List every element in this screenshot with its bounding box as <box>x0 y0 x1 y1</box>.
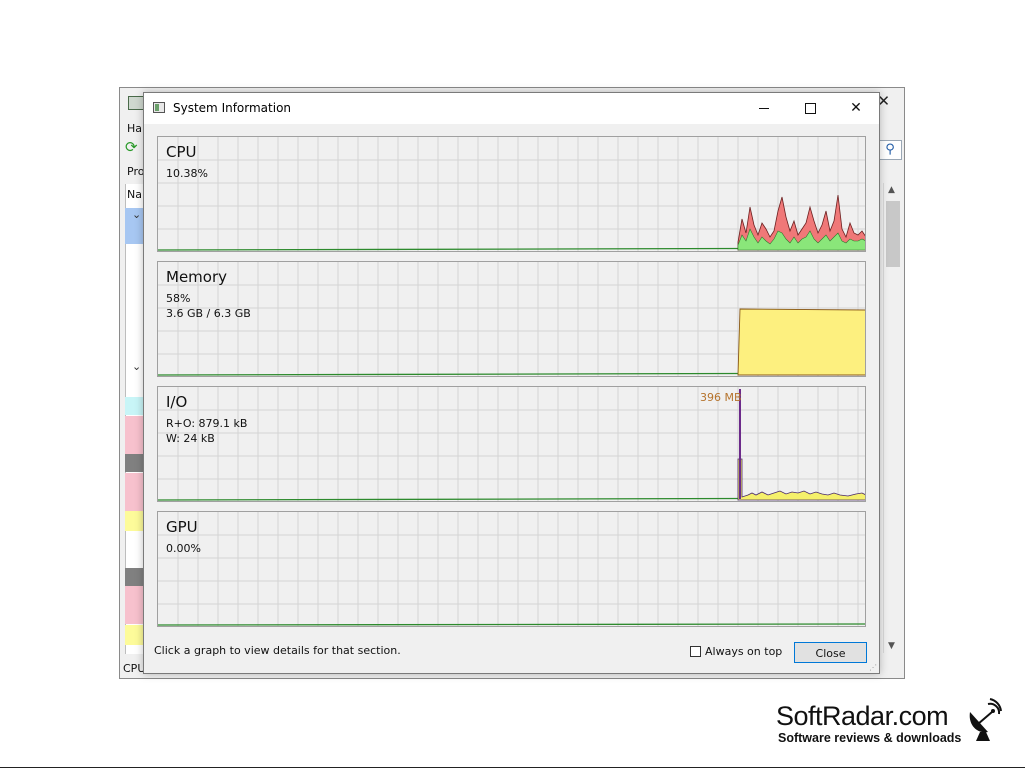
io-read-other: R+O: 879.1 kB <box>166 417 248 430</box>
app-icon <box>128 96 144 110</box>
memory-usage: 3.6 GB / 6.3 GB <box>166 307 251 320</box>
graph-background <box>158 512 865 626</box>
scrollbar[interactable]: ▲ ▼ <box>883 183 902 653</box>
watermark-brand: SoftRadar.com <box>776 701 949 731</box>
title-bar[interactable]: System Information ✕ <box>144 93 879 124</box>
io-graph <box>158 387 865 501</box>
gpu-graph-panel[interactable]: GPU 0.00% <box>157 511 866 627</box>
io-write: W: 24 kB <box>166 432 215 445</box>
chevron-down-icon[interactable]: ⌄ <box>132 208 141 221</box>
cpu-graph <box>158 137 865 251</box>
memory-graph <box>158 262 865 376</box>
chevron-down-icon[interactable]: ⌄ <box>132 360 141 373</box>
bottom-divider <box>0 767 1025 768</box>
cpu-title: CPU <box>166 143 197 161</box>
system-information-dialog: System Information ✕ CPU 10.38% Memory 5… <box>143 92 880 674</box>
maximize-button[interactable] <box>787 93 833 124</box>
io-graph-panel[interactable]: I/O R+O: 879.1 kB W: 24 kB 396 MB <box>157 386 866 502</box>
memory-graph-panel[interactable]: Memory 58% 3.6 GB / 6.3 GB <box>157 261 866 377</box>
column-header-fragment[interactable]: Na <box>127 188 142 201</box>
resize-grip-icon[interactable]: ⋰ <box>869 663 877 672</box>
minimize-button[interactable] <box>741 93 787 124</box>
memory-percent: 58% <box>166 292 191 305</box>
menu-fragment[interactable]: Ha <box>127 122 142 135</box>
search-icon[interactable]: ⚲ <box>878 140 902 160</box>
minimize-icon <box>759 107 769 109</box>
memory-title: Memory <box>166 268 228 286</box>
cpu-usage: 10.38% <box>166 167 208 180</box>
io-title: I/O <box>166 393 188 411</box>
watermark: SoftRadar.com Software reviews & downloa… <box>776 701 961 745</box>
close-dialog-button[interactable]: Close <box>794 642 867 663</box>
always-on-top-label: Always on top <box>705 645 783 658</box>
hint-text: Click a graph to view details for that s… <box>154 644 401 657</box>
io-read-write-spike <box>739 389 741 499</box>
checkbox-box[interactable] <box>690 646 701 657</box>
memory-usage-area <box>737 308 865 376</box>
gpu-usage: 0.00% <box>166 542 201 555</box>
scrollbar-thumb[interactable] <box>886 201 900 267</box>
scroll-up-icon[interactable]: ▲ <box>888 185 895 195</box>
always-on-top-checkbox[interactable]: Always on top <box>690 645 782 658</box>
app-icon <box>153 102 165 113</box>
scroll-down-icon[interactable]: ▼ <box>888 641 895 651</box>
tab-fragment[interactable]: Pro <box>127 165 144 178</box>
gpu-graph <box>158 512 865 626</box>
dialog-title: System Information <box>173 101 292 115</box>
gpu-title: GPU <box>166 518 198 536</box>
watermark-tagline: Software reviews & downloads <box>778 731 962 745</box>
cpu-graph-panel[interactable]: CPU 10.38% <box>157 136 866 252</box>
close-button[interactable]: ✕ <box>833 93 879 124</box>
refresh-icon[interactable]: ⟳ <box>125 140 138 155</box>
graph-background <box>158 387 865 501</box>
satellite-dish-icon <box>969 698 1002 741</box>
maximize-icon <box>804 102 816 114</box>
io-peak-label: 396 MB <box>700 391 742 404</box>
